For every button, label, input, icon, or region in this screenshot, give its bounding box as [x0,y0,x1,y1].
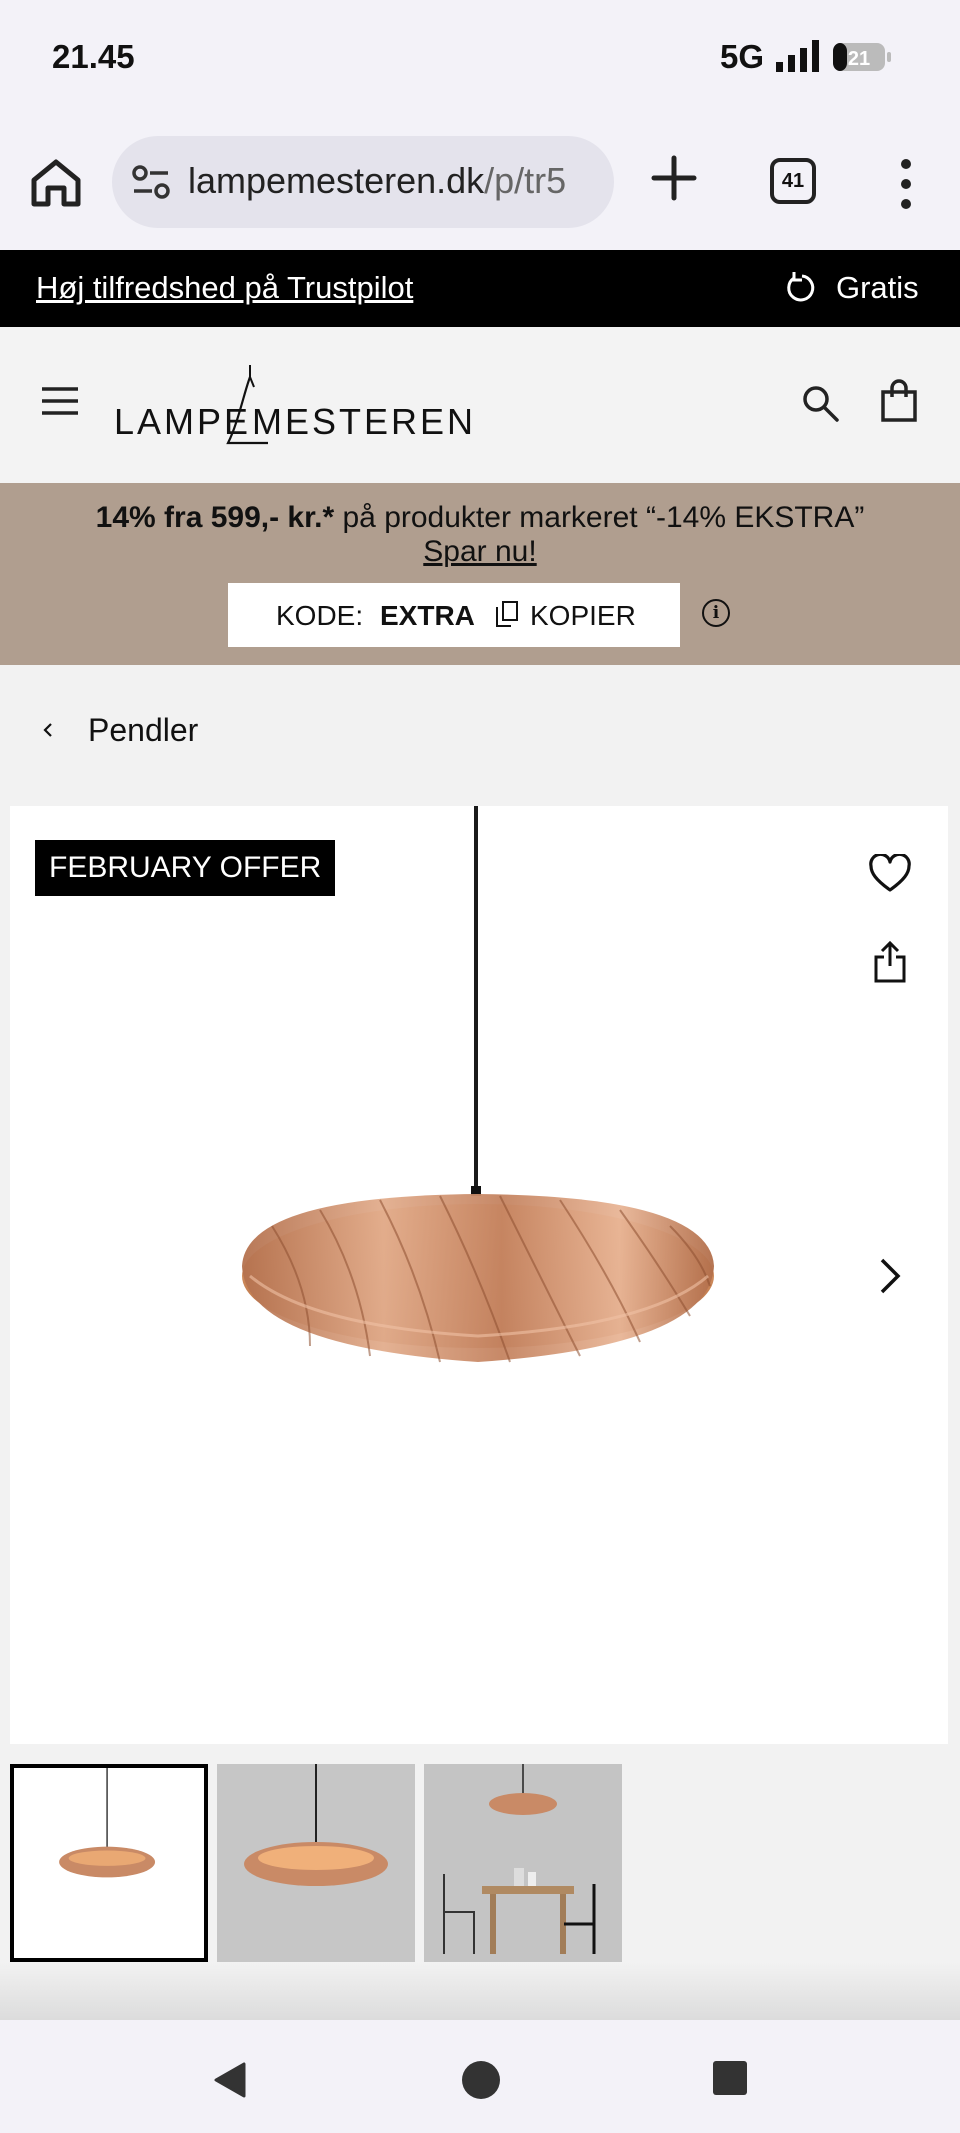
chevron-right-icon[interactable] [876,1256,904,1296]
promo-description: på produkter markeret “-14% EKSTRA” [334,501,865,534]
product-image-gallery[interactable]: FEBRUARY OFFER [10,806,948,1744]
page-fade [0,1962,960,2020]
promo-bold-text: 14% fra 599,- kr.* [95,501,335,534]
discount-code-box[interactable]: KODE: EXTRA KOPIER [228,583,680,647]
battery-level: 21 [848,48,870,70]
thumbnail-2[interactable] [217,1764,415,1962]
thumbnail-image [59,1768,156,1878]
url-bar[interactable]: lampemesteren.dk/p/tr5 [112,136,614,228]
site-logo[interactable]: LAMPE MESTEREN [112,363,473,447]
trustpilot-link[interactable]: Høj tilfredshed på Trustpilot [36,270,413,306]
free-shipping-text: Gratis [836,270,919,305]
recents-icon[interactable] [712,2060,748,2096]
new-tab-icon[interactable] [648,152,700,204]
thumbnail-1[interactable] [10,1764,208,1962]
promo-cta-link[interactable]: Spar nu! [0,535,960,569]
logo-text-right: MESTEREN [252,401,477,442]
browser-toolbar: lampemesteren.dk/p/tr5 41 [0,118,960,250]
hamburger-menu-icon[interactable] [40,385,80,417]
promo-text: 14% fra 599,- kr.* på produkter markeret… [0,501,960,535]
chevron-left-icon [43,723,52,737]
url-domain: lampemesteren.dk [188,160,485,201]
product-image [242,806,714,1363]
breadcrumb[interactable]: Pendler [40,708,198,752]
info-icon[interactable]: i [702,599,730,627]
promo-banner: 14% fra 599,- kr.* på produkter markeret… [0,483,960,665]
battery-icon: 21 [833,43,891,71]
url-text: lampemesteren.dk/p/tr5 [188,160,566,202]
search-icon[interactable] [800,383,840,423]
tab-switcher-button[interactable]: 41 [770,158,816,204]
site-header: LAMPE MESTEREN [0,327,960,483]
return-icon [787,272,815,302]
home-circle-icon[interactable] [461,2060,501,2100]
thumbnail-image [217,1764,415,1962]
copy-icon[interactable] [496,601,518,627]
more-options-icon[interactable] [892,158,920,210]
signal-icon [776,40,819,72]
system-navigation-bar [0,2020,960,2133]
code-value: EXTRA [380,600,475,631]
thumbnail-image [424,1764,622,1962]
site-settings-icon[interactable] [132,164,170,200]
thumbnail-3[interactable] [424,1764,622,1962]
status-time: 21.45 [52,38,135,75]
network-type: 5G [720,38,765,75]
offer-badge: FEBRUARY OFFER [35,840,336,896]
heart-icon[interactable] [868,854,912,894]
url-path: /p/tr5 [484,160,567,201]
status-bar: 21.45 5G 21 [0,0,960,118]
back-icon[interactable] [210,2060,250,2100]
shopping-bag-icon[interactable] [880,379,918,423]
code-label: KODE: [276,600,364,631]
copy-code-button[interactable]: KOPIER [530,600,636,632]
home-icon[interactable] [28,154,84,210]
breadcrumb-label[interactable]: Pendler [88,712,198,749]
share-icon[interactable] [872,940,908,984]
announcement-bar: Høj tilfredshed på Trustpilot Gratis [0,250,960,327]
